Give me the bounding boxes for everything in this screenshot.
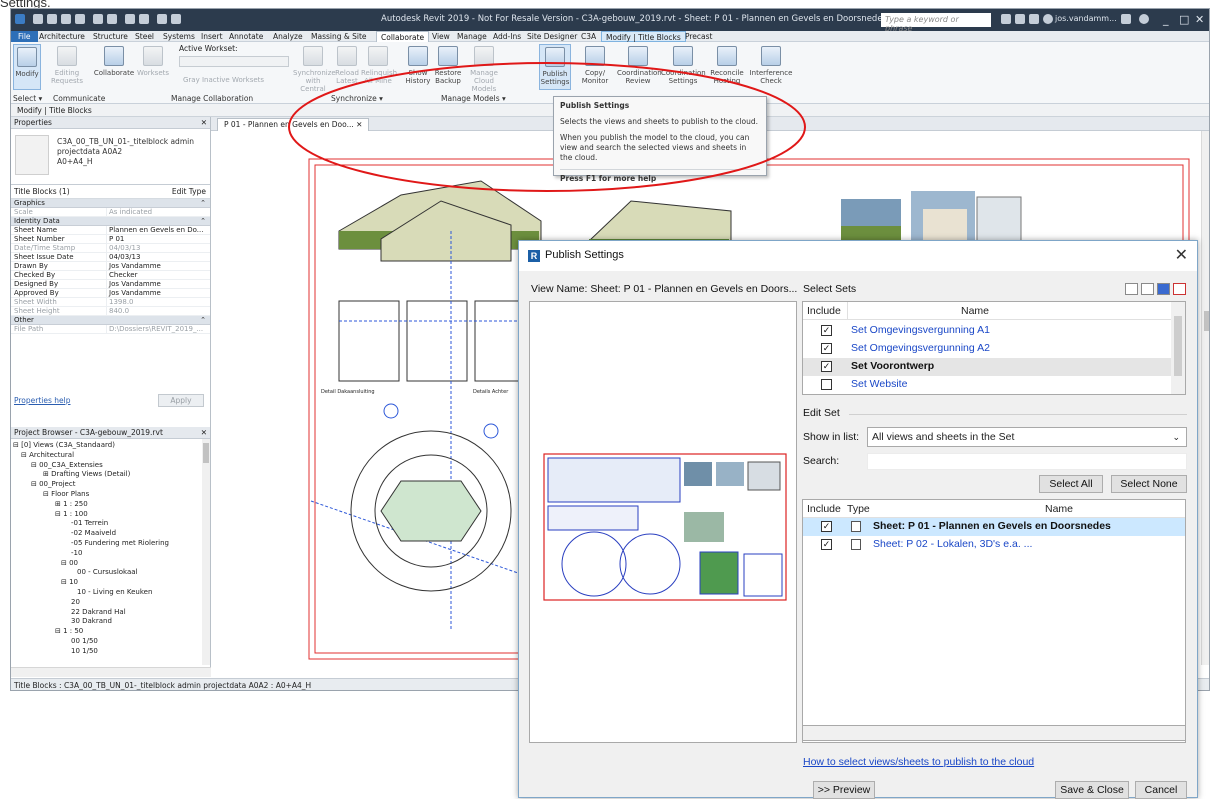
set-name[interactable]: Set Omgevingsvergunning A2 — [851, 342, 990, 354]
revit-r-icon: R — [528, 250, 540, 262]
select-sets-label: Select Sets — [803, 283, 857, 295]
preview-photo-2 — [716, 462, 744, 486]
preview-photo-1 — [684, 462, 712, 486]
save-close-button[interactable]: Save & Close — [1055, 781, 1129, 799]
new-set-icon[interactable] — [1125, 283, 1138, 295]
view-row[interactable]: ✓ Sheet: P 02 - Lokalen, 3D's e.a. ... — [803, 536, 1185, 554]
view-checkbox[interactable]: ✓ — [821, 539, 832, 550]
set-name[interactable]: Set Omgevingsvergunning A1 — [851, 324, 990, 336]
col-name: Name — [1045, 503, 1074, 515]
dialog-search-input[interactable] — [867, 453, 1187, 470]
col-type: Type — [847, 503, 870, 515]
delete-set-icon[interactable] — [1173, 283, 1186, 295]
duplicate-set-icon[interactable] — [1141, 283, 1154, 295]
edit-set-label: Edit Set — [803, 407, 846, 419]
red-highlight-ellipse — [288, 62, 806, 192]
preview-thumbnail — [543, 453, 787, 601]
views-hscrollbar[interactable] — [802, 725, 1186, 741]
view-checkbox[interactable]: ✓ — [821, 521, 832, 532]
views-header: Include Type Name — [803, 500, 1185, 518]
col-name: Name — [961, 305, 990, 317]
select-none-button[interactable]: Select None — [1111, 475, 1187, 493]
show-in-list-dropdown[interactable]: All views and sheets in the Set ⌄ — [867, 427, 1187, 447]
set-row-selected[interactable]: ✓ Set Voorontwerp — [803, 358, 1173, 376]
preview-3d — [684, 512, 724, 542]
views-list: Include Type Name ✓ Sheet: P 01 - Planne… — [802, 499, 1186, 743]
view-name-label: View Name: Sheet: P 01 - Plannen en Geve… — [531, 283, 798, 295]
col-divider — [847, 302, 848, 320]
sets-header: Include Name — [803, 302, 1173, 320]
chevron-down-icon: ⌄ — [1172, 432, 1180, 442]
edit-set-divider — [849, 414, 1187, 415]
set-checkbox[interactable]: ✓ — [821, 343, 832, 354]
set-row[interactable]: ✓ Set Omgevingsvergunning A1 — [803, 322, 1173, 340]
help-link[interactable]: How to select views/sheets to publish to… — [803, 756, 1034, 768]
sheet-icon — [851, 539, 861, 550]
preview-details — [547, 505, 639, 531]
cancel-button[interactable]: Cancel — [1135, 781, 1187, 799]
preview-site-plan — [699, 551, 739, 595]
preview-button[interactable]: >> Preview — [813, 781, 875, 799]
sheet-preview — [529, 301, 797, 743]
preview-photo-3 — [747, 461, 781, 491]
sets-scrollbar[interactable] — [1171, 302, 1185, 394]
set-checkbox[interactable]: ✓ — [821, 361, 832, 372]
show-in-list-label: Show in list: — [803, 431, 860, 443]
set-checkbox[interactable] — [821, 379, 832, 390]
dialog-title-bar: R Publish Settings ✕ — [519, 241, 1197, 271]
sheet-icon — [851, 521, 861, 532]
set-row[interactable]: ✓ Set Omgevingsvergunning A2 — [803, 340, 1173, 358]
dialog-title: Publish Settings — [545, 249, 624, 261]
sets-list: Include Name ✓ Set Omgevingsvergunning A… — [802, 301, 1186, 395]
publish-settings-dialog: R Publish Settings ✕ View Name: Sheet: P… — [518, 240, 1198, 799]
view-name[interactable]: Sheet: P 02 - Lokalen, 3D's e.a. ... — [873, 538, 1032, 550]
preview-elevations — [547, 457, 681, 503]
search-label: Search: — [803, 455, 840, 467]
scroll-thumb[interactable] — [1174, 316, 1182, 376]
select-all-button[interactable]: Select All — [1039, 475, 1103, 493]
rename-set-icon[interactable] — [1157, 283, 1170, 295]
col-include: Include — [807, 305, 841, 317]
view-row-selected[interactable]: ✓ Sheet: P 01 - Plannen en Gevels en Doo… — [803, 518, 1185, 536]
set-name[interactable]: Set Website — [851, 378, 907, 390]
preview-title-block — [743, 553, 783, 597]
set-row[interactable]: Set Website — [803, 376, 1173, 394]
col-include: Include — [807, 503, 841, 515]
dialog-close-button[interactable]: ✕ — [1175, 245, 1188, 265]
view-name[interactable]: Sheet: P 01 - Plannen en Gevels en Doors… — [873, 520, 1111, 532]
set-checkbox[interactable]: ✓ — [821, 325, 832, 336]
set-name[interactable]: Set Voorontwerp — [851, 360, 934, 372]
